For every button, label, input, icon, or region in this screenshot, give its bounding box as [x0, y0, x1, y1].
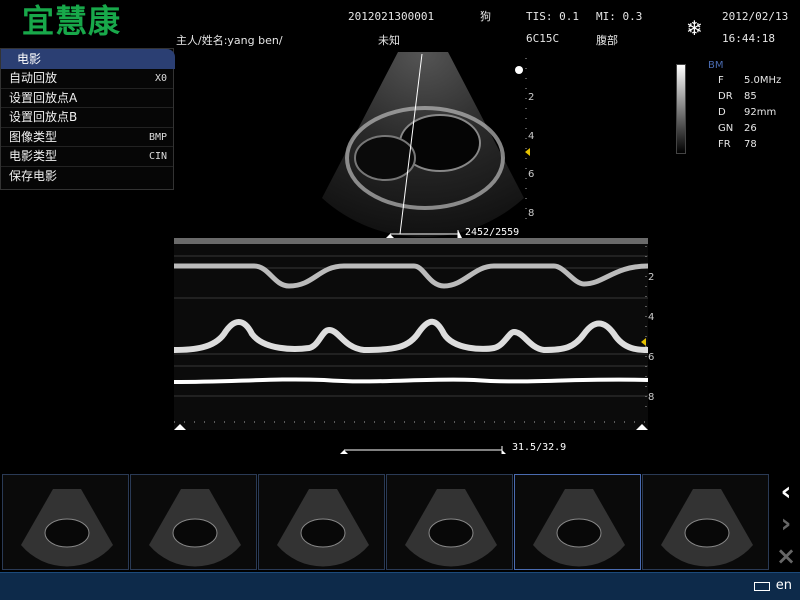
- time-counter: 31.5/32.9: [512, 442, 567, 453]
- imaging-mode: BM: [708, 60, 724, 71]
- language-indicator[interactable]: en: [776, 578, 792, 593]
- prev-page-button[interactable]: ‹: [774, 479, 798, 505]
- param-row: GN 26: [718, 123, 757, 134]
- exam-type: 腹部: [596, 34, 618, 47]
- thumbnail-4[interactable]: [386, 474, 513, 570]
- close-icon[interactable]: ×: [774, 544, 798, 568]
- species: 狗: [480, 10, 491, 23]
- b-depth-tick: 8: [528, 208, 535, 219]
- brand-logo: 宜慧康: [22, 2, 122, 40]
- cine-menu: 电影 自动回放 X0 设置回放点A 设置回放点B 图像类型 BMP 电影类型 CIN …: [0, 48, 175, 190]
- menu-item-image-type[interactable]: 图像类型 BMP: [1, 128, 173, 147]
- snowflake-icon[interactable]: ❄: [686, 16, 703, 40]
- b-depth-tick: 2: [528, 92, 535, 103]
- thumbnail-6[interactable]: [642, 474, 769, 570]
- m-depth-tick: 2: [648, 272, 655, 283]
- focus-marker: [515, 66, 523, 74]
- param-row: DR 85: [718, 91, 757, 102]
- menu-item-save-cine[interactable]: 保存电影: [1, 167, 173, 187]
- menu-item-cine-type[interactable]: 电影类型 CIN: [1, 147, 173, 167]
- next-page-button[interactable]: ›: [774, 511, 798, 537]
- b-depth-tick: 6: [528, 169, 535, 180]
- param-row: FR 78: [718, 139, 757, 150]
- gender: 未知: [378, 34, 400, 47]
- thumbnail-3[interactable]: [258, 474, 385, 570]
- probe-name: 6C15C: [526, 32, 560, 45]
- date: 2012/02/13: [722, 10, 789, 23]
- patient-id: 2012021300001: [348, 10, 435, 23]
- posterior-wall-trace: [174, 377, 648, 384]
- parameter-panel: BM F 5.0MHz DR 85 D 92mm GN 26 FR 78: [708, 60, 798, 153]
- thumbnail-5[interactable]: [514, 474, 641, 570]
- m-depth-tick: 6: [648, 352, 655, 363]
- thumbnail-2[interactable]: [130, 474, 257, 570]
- focus-indicator: [525, 148, 530, 156]
- mi-index: MI: 0.3: [596, 10, 643, 23]
- m-depth-tick: 8: [648, 392, 655, 403]
- menu-item-set-point-a[interactable]: 设置回放点A: [1, 89, 173, 108]
- menu-item-set-point-b[interactable]: 设置回放点B: [1, 108, 173, 128]
- owner-name: 主人/姓名:yang ben/: [176, 34, 283, 47]
- thumbnail-1[interactable]: [2, 474, 129, 570]
- b-mode-image[interactable]: [290, 48, 550, 238]
- m-depth-tick: 4: [648, 312, 655, 323]
- menu-item-auto-replay[interactable]: 自动回放 X0: [1, 69, 173, 89]
- param-row: F 5.0MHz: [718, 75, 782, 86]
- time: 16:44:18: [722, 32, 775, 45]
- b-depth-tick: 4: [528, 131, 535, 142]
- time-slider[interactable]: [338, 442, 514, 456]
- tis-index: TIS: 0.1: [526, 10, 579, 23]
- battery-icon: [754, 582, 770, 591]
- m-mode-image[interactable]: [174, 238, 648, 430]
- thumbnail-strip: [0, 474, 770, 570]
- menu-title: 电影: [1, 49, 175, 69]
- frame-counter: 2452/2559: [465, 227, 520, 238]
- param-row: D 92mm: [718, 107, 777, 118]
- grayscale-bar: [676, 64, 686, 154]
- chamber-dark: [354, 135, 416, 181]
- status-bar: en: [0, 572, 800, 600]
